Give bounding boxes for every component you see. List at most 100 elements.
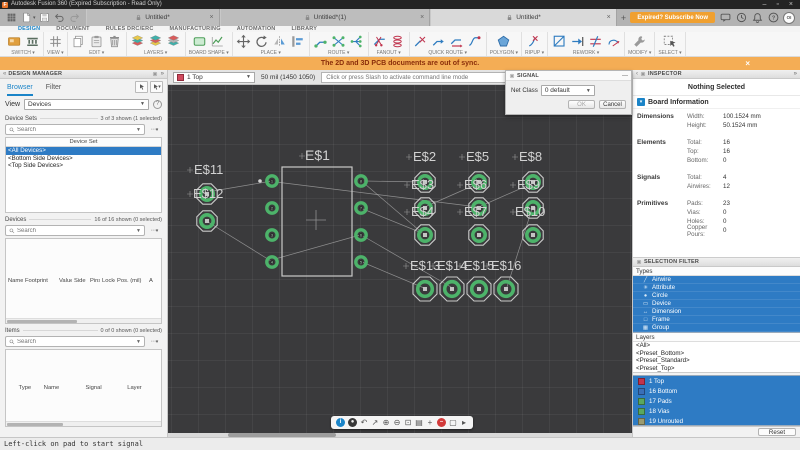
move-icon[interactable] — [236, 34, 252, 50]
zoom-out-icon[interactable]: ⊖ — [393, 416, 401, 429]
collapse-panel-icon[interactable]: ‹ — [636, 71, 638, 77]
design-manager-header[interactable]: « DESIGN MANAGER » — [0, 70, 167, 79]
column-header[interactable]: Locked — [100, 278, 115, 284]
marquee-icon[interactable]: ▢ — [449, 416, 457, 429]
ref-designator-label[interactable]: E$5 — [466, 149, 489, 164]
active-layer-dropdown[interactable]: 1 Top ▼ — [173, 72, 255, 83]
file-menu-icon[interactable] — [20, 12, 32, 24]
devices-search-input[interactable] — [17, 228, 134, 234]
airwire[interactable] — [208, 222, 271, 261]
cursor-menu-icon[interactable]: ▸ — [460, 416, 468, 429]
subscribe-button[interactable]: Expired? Subscribe Now — [630, 12, 715, 23]
undo-icon[interactable] — [54, 12, 66, 24]
column-header[interactable]: Name — [6, 278, 23, 284]
column-header[interactable]: A — [147, 278, 155, 284]
tab-close-icon[interactable]: × — [607, 14, 611, 21]
cursor-icon[interactable]: ↗ — [371, 416, 379, 429]
pcb-canvas[interactable]: 12348765E$1E$11E$12E$2E$5E$8E$3E$6E$9E$4… — [168, 85, 632, 433]
tab-close-icon[interactable]: × — [209, 14, 213, 21]
pcb-drawing[interactable]: 12348765E$1E$11E$12E$2E$5E$8E$3E$6E$9E$4… — [168, 85, 632, 433]
ref-designator-label[interactable]: E$12 — [193, 186, 223, 201]
crosshair-icon[interactable]: + — [426, 416, 434, 429]
column-header[interactable]: Signal — [84, 385, 126, 391]
items-search-input[interactable] — [17, 339, 134, 345]
document-tab[interactable]: Untitled*(1) × — [220, 9, 431, 26]
net-class-dropdown[interactable]: 0 default ▼ — [541, 85, 595, 96]
ref-designator-label[interactable]: E$10 — [515, 204, 545, 219]
layer-preset-row[interactable]: <All> — [633, 342, 800, 350]
select-tool-button[interactable] — [135, 81, 148, 93]
column-header[interactable]: Value — [57, 278, 72, 284]
panel-menu-icon[interactable]: » — [161, 71, 164, 77]
ribbon-group-edit[interactable]: EDIT ▾ — [68, 32, 127, 56]
ribbon-group-layers[interactable]: LAYERS ▾ — [127, 32, 186, 56]
ribbon-group-board-shape[interactable]: BOARD SHAPE ▾ — [186, 32, 233, 56]
document-tab[interactable]: Untitled* × — [86, 9, 220, 26]
chevron-down-icon[interactable]: ▼ — [136, 228, 141, 234]
grid-icon[interactable] — [47, 34, 63, 50]
help-icon[interactable]: ? — [767, 12, 779, 24]
ribbon-group-select[interactable]: SELECT ▾ — [655, 32, 685, 56]
type-filter-row[interactable]: ▦Group — [633, 324, 800, 332]
qr3-icon[interactable] — [449, 34, 465, 50]
ref-designator-label[interactable]: E$13 — [410, 258, 440, 273]
column-header[interactable]: Footprint — [23, 278, 57, 284]
device-set-row[interactable]: <All Devices> — [6, 147, 161, 155]
route3-icon[interactable] — [349, 34, 365, 50]
ribbon-group-quick-route[interactable]: QUICK ROUTE ▾ — [410, 32, 487, 56]
zoom-in-icon[interactable]: ⊕ — [382, 416, 390, 429]
save-icon[interactable] — [39, 12, 51, 24]
board-icon[interactable] — [6, 34, 22, 50]
wrench-icon[interactable] — [632, 34, 648, 50]
device-set-column-header[interactable]: Device Set — [6, 138, 161, 147]
zoom-fit-icon[interactable]: ⊡ — [404, 416, 412, 429]
section-collapse-icon[interactable]: ▾ — [637, 98, 645, 106]
layer-preset-row[interactable]: <Preset_Standard> — [633, 357, 800, 365]
rw2-icon[interactable] — [569, 34, 585, 50]
ref-designator-label[interactable]: E$11 — [194, 162, 223, 177]
ribbon-group-polygon[interactable]: POLYGON ▾ — [487, 32, 522, 56]
feedback-icon[interactable] — [719, 12, 731, 24]
ripup-icon[interactable] — [527, 34, 543, 50]
items-more-button[interactable]: ⋯▾ — [148, 336, 162, 347]
layer-view-icon[interactable]: ▤ — [415, 416, 423, 429]
horizontal-scrollbar[interactable] — [6, 318, 161, 323]
type-filter-row[interactable]: ╱Airwire — [633, 276, 800, 284]
new-tab-button[interactable]: + — [617, 13, 631, 23]
column-header[interactable]: Layer — [125, 385, 161, 391]
chevron-down-icon[interactable]: ▼ — [136, 339, 141, 345]
dialog-minimize-icon[interactable]: — — [622, 73, 628, 79]
ok-button[interactable]: OK — [568, 100, 595, 109]
device-set-row[interactable]: <Top Side Devices> — [6, 162, 161, 170]
panel-expand-icon[interactable]: » — [794, 71, 797, 77]
route1-icon[interactable] — [313, 34, 329, 50]
ic-outline[interactable] — [282, 167, 352, 276]
user-avatar[interactable]: OI — [783, 12, 795, 24]
type-filter-row[interactable]: ↔Dimension — [633, 308, 800, 316]
type-filter-row[interactable]: ▭Device — [633, 300, 800, 308]
layer-row[interactable]: 19 Unrouted — [633, 416, 800, 426]
signal-dialog-header[interactable]: SIGNAL — — [506, 71, 631, 81]
ref-designator-label[interactable]: E$2 — [413, 149, 436, 164]
cancel-button[interactable]: Cancel — [599, 100, 626, 109]
fan2-icon[interactable] — [390, 34, 406, 50]
column-header[interactable]: Type — [6, 385, 42, 391]
window-minimize-button[interactable]: – — [763, 0, 767, 9]
ribbon-group-place[interactable]: PLACE ▾ — [233, 32, 310, 56]
rw1-icon[interactable] — [551, 34, 567, 50]
ribbon-group-modify[interactable]: MODIFY ▾ — [625, 32, 655, 56]
layer-row[interactable]: 18 Vias — [633, 406, 800, 416]
mirror-icon[interactable] — [272, 34, 288, 50]
panel-settings-icon[interactable] — [152, 71, 158, 77]
route2-icon[interactable] — [331, 34, 347, 50]
type-filter-row[interactable]: □Frame — [633, 316, 800, 324]
devices-more-button[interactable]: ⋯▾ — [148, 225, 162, 236]
layers3-icon[interactable] — [166, 34, 182, 50]
window-close-button[interactable]: × — [789, 0, 793, 9]
device-set-row[interactable]: <Bottom Side Devices> — [6, 155, 161, 163]
window-maximize-button[interactable]: ▫ — [776, 0, 778, 9]
chevron-down-icon[interactable]: ▼ — [136, 127, 141, 133]
notifications-icon[interactable] — [751, 12, 763, 24]
layer-preset-row[interactable]: <Preset_Top> — [633, 365, 800, 373]
ribbon-group-rework[interactable]: REWORK ▾ — [548, 32, 625, 56]
